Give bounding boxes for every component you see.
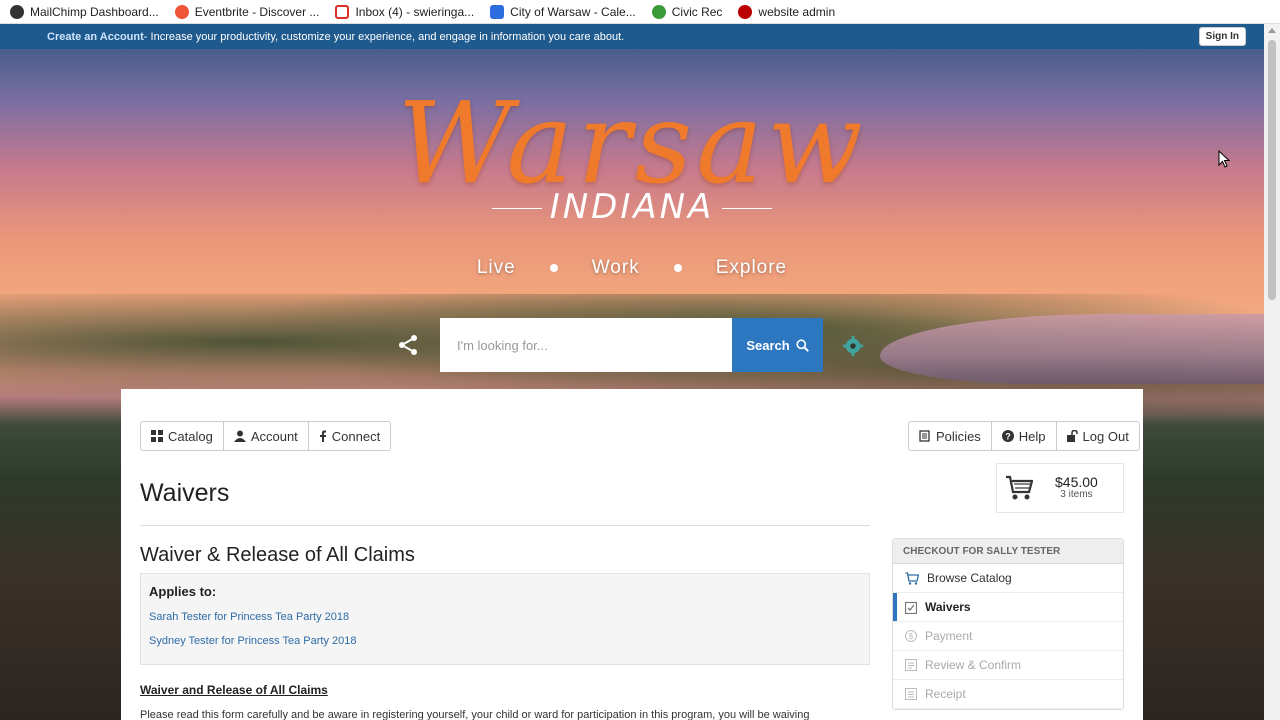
applies-item-link[interactable]: Sarah Tester for Princess Tea Party 2018 — [149, 611, 861, 623]
share-icon[interactable] — [396, 333, 420, 357]
checkout-panel: CHECKOUT FOR SALLY TESTER Browse Catalog… — [892, 538, 1124, 710]
svg-text:?: ? — [1005, 432, 1011, 442]
unlock-icon — [1066, 430, 1078, 442]
section-title: Waiver & Release of All Claims — [140, 544, 415, 566]
admin-icon — [738, 4, 753, 19]
content-card: Catalog Account Connect Policies ? Help … — [121, 389, 1143, 720]
cart-icon — [905, 571, 919, 585]
bookmark-admin[interactable]: website admin — [738, 4, 836, 19]
calendar-icon — [490, 4, 505, 19]
tagline-work: Work — [591, 257, 640, 278]
connect-label: Connect — [331, 428, 381, 444]
bookmark-label: website admin — [758, 4, 836, 19]
bookmark-label: City of Warsaw - Cale... — [510, 4, 636, 19]
tagline-explore: Explore — [715, 257, 788, 278]
cart-items: 3 items — [1060, 489, 1093, 501]
search-button-label: Search — [746, 337, 790, 353]
policies-icon — [919, 430, 930, 442]
catalog-button[interactable]: Catalog — [141, 422, 224, 450]
account-message: - Increase your productivity, customize … — [143, 30, 625, 43]
main-nav: Catalog Account Connect — [140, 421, 392, 451]
tagline-live: Live — [476, 257, 516, 278]
create-account-link[interactable]: Create an Account — [47, 31, 144, 43]
page-scrollbar[interactable] — [1264, 24, 1280, 720]
scrollbar-thumb[interactable] — [1268, 40, 1276, 300]
logout-button[interactable]: Log Out — [1057, 422, 1139, 450]
svg-text:$: $ — [909, 632, 914, 641]
mouse-cursor-icon — [1218, 150, 1230, 168]
step-label: Payment — [925, 629, 973, 643]
applies-to-panel: Applies to: Sarah Tester for Princess Te… — [140, 573, 870, 665]
payment-icon: $ — [905, 630, 917, 642]
cart-amount-block: $45.00 3 items — [1055, 475, 1098, 500]
mailchimp-icon — [10, 4, 24, 19]
bookmark-gmail[interactable]: Inbox (4) - swieringa... — [335, 4, 475, 19]
help-label: Help — [1018, 428, 1046, 444]
policies-button[interactable]: Policies — [909, 422, 992, 450]
help-icon: ? — [1001, 430, 1014, 442]
user-icon — [233, 430, 246, 442]
step-label: Waivers — [925, 600, 971, 614]
bookmark-label: Inbox (4) - swieringa... — [355, 4, 475, 19]
account-label: Account — [250, 428, 298, 444]
tagline-dot — [673, 264, 682, 272]
waiver-text: Please read this form carefully and be a… — [140, 709, 810, 720]
step-browse-catalog[interactable]: Browse Catalog — [893, 564, 1123, 593]
review-icon — [905, 659, 917, 671]
step-payment: $ Payment — [893, 622, 1123, 651]
scroll-up-arrow-icon[interactable] — [1268, 28, 1276, 33]
facebook-icon — [319, 430, 326, 442]
page-title: Waivers — [140, 479, 230, 507]
cart-amount: $45.00 — [1055, 474, 1098, 491]
grid-icon — [151, 430, 163, 442]
step-label: Receipt — [925, 687, 966, 701]
checkout-header: CHECKOUT FOR SALLY TESTER — [893, 539, 1123, 564]
divider — [722, 208, 773, 209]
bookmark-civicrec[interactable]: Civic Rec — [651, 4, 723, 19]
waiver-icon — [905, 601, 917, 614]
account-button[interactable]: Account — [224, 422, 309, 450]
step-waivers[interactable]: Waivers — [893, 593, 1123, 622]
bookmark-label: MailChimp Dashboard... — [30, 4, 159, 19]
waiver-heading: Waiver and Release of All Claims — [140, 683, 328, 697]
bookmark-calendar[interactable]: City of Warsaw - Cale... — [490, 4, 636, 19]
account-strip: Create an Account - Increase your produc… — [0, 24, 1264, 49]
divider — [140, 525, 870, 526]
civicrec-icon — [651, 4, 666, 19]
logo-sub-text: INDIANA — [549, 187, 715, 227]
help-button[interactable]: ? Help — [992, 422, 1057, 450]
search-input[interactable]: I'm looking for... — [440, 318, 732, 372]
gmail-icon — [335, 4, 350, 19]
bookmark-mailchimp[interactable]: MailChimp Dashboard... — [10, 4, 159, 19]
logo-subtitle: INDIANA — [0, 187, 1264, 227]
step-label: Browse Catalog — [927, 571, 1012, 585]
applies-item-link[interactable]: Sydney Tester for Princess Tea Party 201… — [149, 635, 861, 647]
search-button[interactable]: Search — [732, 318, 823, 372]
step-label: Review & Confirm — [925, 658, 1022, 672]
connect-button[interactable]: Connect — [309, 422, 390, 450]
step-receipt: Receipt — [893, 680, 1123, 709]
bookmark-eventbrite[interactable]: Eventbrite - Discover ... — [174, 4, 320, 19]
divider — [491, 208, 542, 209]
cart-icon — [1006, 475, 1033, 500]
tagline-dot — [549, 264, 558, 272]
bookmarks-bar: MailChimp Dashboard... Eventbrite - Disc… — [0, 0, 1280, 24]
search-icon — [796, 338, 809, 352]
sign-in-button[interactable]: Sign In — [1198, 27, 1246, 46]
bookmark-label: Eventbrite - Discover ... — [194, 4, 320, 19]
step-review-confirm: Review & Confirm — [893, 651, 1123, 680]
eventbrite-icon — [174, 4, 189, 19]
catalog-label: Catalog — [168, 428, 213, 444]
utility-nav: Policies ? Help Log Out — [908, 421, 1140, 451]
bookmark-label: Civic Rec — [671, 4, 723, 19]
gear-icon[interactable] — [842, 335, 864, 357]
cart-summary[interactable]: $45.00 3 items — [996, 463, 1124, 513]
policies-label: Policies — [936, 428, 981, 444]
receipt-icon — [905, 688, 917, 700]
applies-label: Applies to: — [149, 584, 217, 599]
logout-label: Log Out — [1082, 428, 1129, 444]
tagline: Live Work Explore — [0, 257, 1264, 279]
